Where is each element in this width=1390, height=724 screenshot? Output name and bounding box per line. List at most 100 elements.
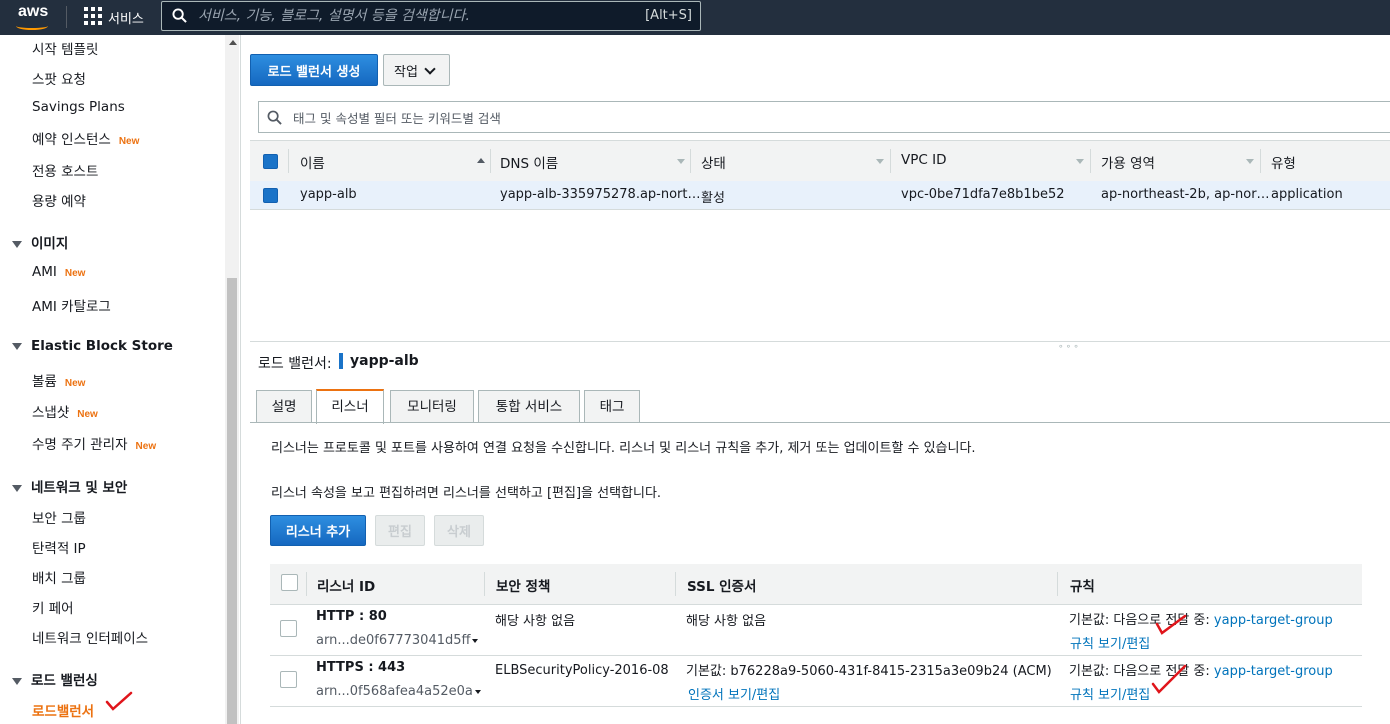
sidebar-section-load-balancing[interactable]: 로드 밸런싱 <box>12 669 98 689</box>
sidebar-item[interactable]: 스냅샷 New <box>32 401 98 421</box>
table-row[interactable]: HTTPS : 443 arn...0f568afea4a52e0a ELBSecu… <box>270 656 1362 707</box>
sidebar-item-label: 탄력적 IP <box>32 541 86 557</box>
column-header-security-policy[interactable]: 보안 정책 <box>496 575 550 595</box>
delete-button[interactable]: 삭제 <box>434 515 484 546</box>
column-header-type[interactable]: 유형 <box>1271 152 1296 172</box>
sort-ascending-icon[interactable] <box>477 158 485 163</box>
sort-icon[interactable] <box>1246 159 1254 164</box>
row-checkbox[interactable] <box>280 671 297 688</box>
edit-button[interactable]: 편집 <box>375 515 425 546</box>
add-listener-button[interactable]: 리스너 추가 <box>270 515 366 546</box>
column-header-ssl-certificate[interactable]: SSL 인증서 <box>687 575 756 595</box>
sidebar-section-label: 로드 밸런싱 <box>31 673 98 689</box>
sidebar-item[interactable]: 키 페어 <box>32 597 74 617</box>
select-all-listeners-checkbox[interactable] <box>281 574 298 591</box>
sidebar-item[interactable]: 보안 그룹 <box>32 507 86 527</box>
sidebar-item[interactable]: 용량 예약 <box>32 190 86 210</box>
services-menu-label[interactable]: 서비스 <box>108 8 144 27</box>
sort-icon[interactable] <box>677 159 685 164</box>
lb-type-cell: application <box>1271 187 1343 202</box>
sidebar-scrollbar-thumb[interactable] <box>227 278 237 724</box>
new-badge: New <box>64 378 86 389</box>
lb-vpc-cell: vpc-0be71dfa7e8b1be52 <box>901 187 1065 202</box>
sidebar-item-label: 볼륨 <box>32 374 57 390</box>
sort-icon[interactable] <box>1076 159 1084 164</box>
lb-dns-cell: yapp-alb-335975278.ap-nort… <box>500 187 701 202</box>
tab-tags[interactable]: 태그 <box>584 390 640 423</box>
sidebar-item-label: 보안 그룹 <box>32 511 86 527</box>
search-icon <box>172 8 187 23</box>
sidebar-item[interactable]: 볼륨 New <box>32 370 85 390</box>
table-row[interactable]: yapp-alb yapp-alb-335975278.ap-nort… 활성 … <box>250 181 1390 210</box>
column-header-dns[interactable]: DNS 이름 <box>500 152 558 172</box>
checkmark-annotation-icon <box>1155 614 1187 635</box>
column-header-state[interactable]: 상태 <box>701 152 726 172</box>
target-group-link[interactable]: yapp-target-group <box>1214 664 1333 679</box>
aws-logo[interactable]: aws <box>18 3 48 21</box>
column-header-rules[interactable]: 규칙 <box>1070 575 1095 595</box>
sidebar-item-label: 키 페어 <box>32 601 74 617</box>
services-grid-icon[interactable] <box>84 7 102 25</box>
sidebar-item[interactable]: 시작 템플릿 <box>32 38 98 58</box>
sidebar-item[interactable]: AMI New <box>32 264 85 280</box>
lb-name-cell: yapp-alb <box>300 187 357 202</box>
sort-icon[interactable] <box>876 159 884 164</box>
sidebar-item-label: 예약 인스턴스 <box>32 132 111 148</box>
filter-box[interactable] <box>258 101 1390 133</box>
filter-input[interactable] <box>291 108 995 128</box>
column-header-az[interactable]: 가용 영역 <box>1101 152 1155 172</box>
sidebar-item[interactable]: 네트워크 인터페이스 <box>32 627 148 647</box>
sidebar-item-load-balancers[interactable]: 로드밸런서 <box>32 700 94 720</box>
column-header-vpc[interactable]: VPC ID <box>901 152 946 168</box>
sidebar-item[interactable]: 수명 주기 관리자 New <box>32 433 156 453</box>
view-edit-certificate-link[interactable]: 인증서 보기/편집 <box>688 684 780 703</box>
detail-lb-name: yapp-alb <box>350 353 419 369</box>
target-group-link[interactable]: yapp-target-group <box>1214 613 1333 628</box>
global-search-box[interactable]: [Alt+S] <box>161 1 701 31</box>
sidebar-item-label: 스팟 요청 <box>32 72 86 88</box>
view-edit-rules-link[interactable]: 규칙 보기/편집 <box>1070 684 1150 703</box>
sidebar-item[interactable]: 스팟 요청 <box>32 68 86 88</box>
row-checkbox[interactable] <box>280 620 297 637</box>
sidebar-item[interactable]: 탄력적 IP <box>32 537 86 557</box>
pane-divider[interactable] <box>250 341 1390 342</box>
security-policy-cell: ELBSecurityPolicy-2016-08 <box>495 663 669 678</box>
listener-arn[interactable]: arn...0f568afea4a52e0a <box>316 684 481 699</box>
create-load-balancer-button[interactable]: 로드 밸런서 생성 <box>250 54 378 86</box>
chevron-down-icon <box>424 62 436 75</box>
new-badge: New <box>64 268 86 279</box>
sidebar-item[interactable]: 전용 호스트 <box>32 160 98 180</box>
view-edit-rules-link[interactable]: 규칙 보기/편집 <box>1070 633 1150 652</box>
resize-handle-icon[interactable]: ∘∘∘ <box>1058 342 1081 352</box>
sidebar-section-label: Elastic Block Store <box>31 338 173 354</box>
tab-listeners[interactable]: 리스너 <box>316 389 384 424</box>
tab-integrated-services[interactable]: 통합 서비스 <box>478 390 580 423</box>
sidebar-section-network[interactable]: 네트워크 및 보안 <box>12 476 127 496</box>
checkmark-annotation-icon <box>1151 664 1187 694</box>
sidebar-item[interactable]: 예약 인스턴스 New <box>32 128 139 148</box>
sidebar-item-label: 수명 주기 관리자 <box>32 437 128 453</box>
tab-monitoring[interactable]: 모니터링 <box>390 390 474 423</box>
tab-underline <box>250 422 1390 423</box>
sidebar-section-label: 네트워크 및 보안 <box>31 480 128 496</box>
scroll-up-arrow-icon[interactable] <box>229 40 237 45</box>
table-row[interactable]: HTTP : 80 arn...de0f67773041d5ff 해당 사항 없음 해… <box>270 605 1362 656</box>
row-checkbox[interactable] <box>263 188 278 203</box>
listener-protocol: HTTP : 80 <box>316 609 387 624</box>
global-search-input[interactable] <box>196 5 630 27</box>
sidebar-section-ebs[interactable]: Elastic Block Store <box>12 338 173 354</box>
column-header-name[interactable]: 이름 <box>300 152 325 172</box>
load-balancer-table-header: 이름 DNS 이름 상태 VPC ID 가용 영역 유형 <box>250 140 1390 182</box>
select-all-checkbox[interactable] <box>263 154 278 169</box>
sidebar-item[interactable]: Savings Plans <box>32 99 125 115</box>
sidebar-item[interactable]: AMI 카탈로그 <box>32 295 111 315</box>
column-header-listener-id[interactable]: 리스너 ID <box>317 575 375 595</box>
sidebar-item[interactable]: 배치 그룹 <box>32 567 86 587</box>
tab-description[interactable]: 설명 <box>256 390 312 423</box>
sidebar-section-images[interactable]: 이미지 <box>12 232 68 252</box>
sidebar-item-label: 용량 예약 <box>32 194 86 210</box>
actions-dropdown-button[interactable]: 작업 <box>383 54 450 86</box>
listener-arn[interactable]: arn...de0f67773041d5ff <box>316 633 479 648</box>
sidebar-item-label: 시작 템플릿 <box>32 42 99 58</box>
caret-down-icon <box>12 342 22 350</box>
